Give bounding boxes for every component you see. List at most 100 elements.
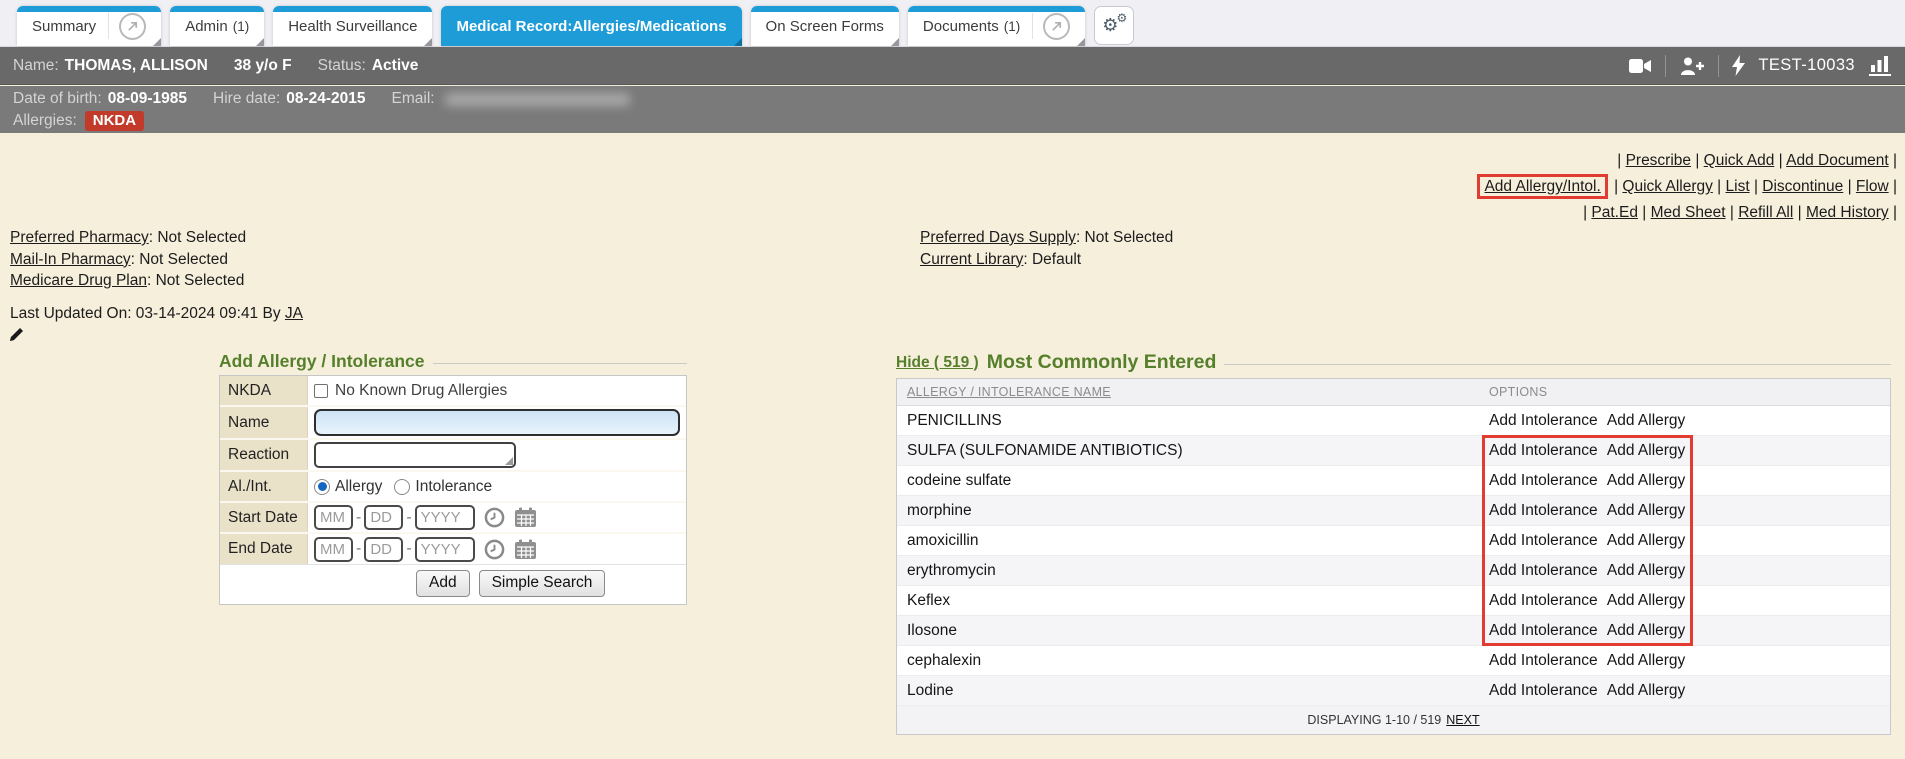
option-link-add-intolerance[interactable]: Add Intolerance (1489, 592, 1602, 609)
tab-count-badge: (1) (233, 19, 250, 34)
options-cell: Add Intolerance Add Allergy (1489, 532, 1890, 550)
info-link-preferred-pharmacy[interactable]: Preferred Pharmacy (10, 229, 149, 246)
intolerance-radio[interactable] (394, 479, 410, 495)
divider (108, 13, 109, 39)
add-button[interactable]: Add (416, 570, 470, 597)
reaction-input[interactable] (314, 442, 516, 468)
simple-search-button[interactable]: Simple Search (479, 570, 606, 597)
tab-medical-record-allergies-medications[interactable]: Medical Record:Allergies/Medications (441, 6, 741, 46)
table-row: IlosoneAdd Intolerance Add Allergy (897, 616, 1890, 646)
chart-stats-icon[interactable] (1868, 55, 1892, 76)
option-link-add-allergy[interactable]: Add Allergy (1607, 622, 1685, 639)
action-link-add-document[interactable]: Add Document (1786, 152, 1889, 169)
last-updated-user-link[interactable]: JA (285, 305, 303, 322)
clock-icon[interactable] (484, 539, 505, 560)
patient-name: THOMAS, ALLISON (65, 57, 208, 75)
table-row: amoxicillinAdd Intolerance Add Allergy (897, 526, 1890, 556)
option-link-add-allergy[interactable]: Add Allergy (1607, 442, 1685, 459)
tab-label: Medical Record:Allergies/Medications (456, 18, 726, 35)
option-link-add-allergy[interactable]: Add Allergy (1607, 682, 1685, 699)
action-link-refill-all[interactable]: Refill All (1738, 204, 1793, 221)
link-separator: | (1726, 204, 1739, 221)
dob-label: Date of birth: (13, 90, 102, 108)
info-link-mail-in-pharmacy[interactable]: Mail-In Pharmacy (10, 251, 131, 268)
allergy-name-cell: erythromycin (897, 562, 1489, 580)
calendar-icon[interactable] (514, 539, 537, 560)
option-link-add-intolerance[interactable]: Add Intolerance (1489, 502, 1602, 519)
start-year-input[interactable] (415, 505, 475, 530)
options-cell: Add Intolerance Add Allergy (1489, 622, 1890, 640)
option-link-add-intolerance[interactable]: Add Intolerance (1489, 472, 1602, 489)
popout-arrow-icon[interactable] (1043, 13, 1070, 40)
tab-summary[interactable]: Summary (17, 6, 161, 46)
option-link-add-allergy[interactable]: Add Allergy (1607, 532, 1685, 549)
pharmacy-info: Preferred Pharmacy: Not SelectedMail-In … (10, 227, 246, 292)
calendar-icon[interactable] (514, 507, 537, 528)
link-separator: | (1691, 152, 1704, 169)
hide-count-link[interactable]: Hide ( 519 ) (896, 354, 979, 372)
alint-row-label: Al./Int. (220, 472, 308, 501)
tab-bar: SummaryAdmin(1)Health Surveillance Medica… (0, 0, 1905, 47)
option-link-add-allergy[interactable]: Add Allergy (1607, 652, 1685, 669)
date-separator: - (406, 540, 411, 558)
nkda-allergy-badge[interactable]: NKDA (85, 111, 144, 131)
info-line: Mail-In Pharmacy: Not Selected (10, 249, 246, 271)
next-page-link[interactable]: NEXT (1446, 713, 1479, 727)
option-link-add-allergy[interactable]: Add Allergy (1607, 502, 1685, 519)
tab-admin[interactable]: Admin(1) (170, 6, 264, 46)
tab-documents[interactable]: Documents(1) (908, 6, 1085, 46)
action-link-flow[interactable]: Flow (1856, 178, 1889, 195)
action-link-quick-add[interactable]: Quick Add (1704, 152, 1775, 169)
end-date-label: End Date (220, 534, 308, 564)
option-link-add-intolerance[interactable]: Add Intolerance (1489, 622, 1602, 639)
allergy-radio[interactable] (314, 479, 330, 495)
video-camera-icon[interactable] (1628, 57, 1652, 75)
tab-health-surveillance[interactable]: Health Surveillance (273, 6, 432, 46)
lightning-icon[interactable] (1732, 55, 1745, 76)
info-value: : Not Selected (1076, 229, 1173, 246)
sort-allergy-name-header[interactable]: ALLERGY / INTOLERANCE NAME (907, 385, 1111, 399)
action-link-med-history[interactable]: Med History (1806, 204, 1889, 221)
popout-arrow-icon[interactable] (119, 13, 146, 40)
nkda-checkbox[interactable] (314, 384, 328, 398)
medication-action-links: | Prescribe | Quick Add | Add Document |… (1475, 150, 1897, 226)
option-link-add-intolerance[interactable]: Add Intolerance (1489, 562, 1602, 579)
tab-on-screen-forms[interactable]: On Screen Forms (751, 6, 899, 46)
option-link-add-intolerance[interactable]: Add Intolerance (1489, 442, 1602, 459)
info-link-medicare-drug-plan[interactable]: Medicare Drug Plan (10, 272, 147, 289)
allergy-name-input[interactable] (314, 409, 680, 436)
option-link-add-allergy[interactable]: Add Allergy (1607, 412, 1685, 429)
action-link-pat-ed[interactable]: Pat.Ed (1591, 204, 1638, 221)
start-month-input[interactable] (314, 505, 353, 530)
options-cell: Add Intolerance Add Allergy (1489, 442, 1890, 460)
option-link-add-allergy[interactable]: Add Allergy (1607, 472, 1685, 489)
dob-value: 08-09-1985 (108, 90, 187, 108)
option-link-add-intolerance[interactable]: Add Intolerance (1489, 652, 1602, 669)
add-person-icon[interactable] (1679, 56, 1705, 76)
action-link-discontinue[interactable]: Discontinue (1762, 178, 1843, 195)
option-link-add-intolerance[interactable]: Add Intolerance (1489, 532, 1602, 549)
ehr-page: SummaryAdmin(1)Health Surveillance Medica… (0, 0, 1905, 759)
option-link-add-intolerance[interactable]: Add Intolerance (1489, 682, 1602, 699)
table-row: KeflexAdd Intolerance Add Allergy (897, 586, 1890, 616)
settings-button[interactable]: ⚙⚙ (1094, 6, 1134, 45)
tab-label: Documents (923, 18, 999, 35)
action-link-quick-allergy[interactable]: Quick Allergy (1622, 178, 1712, 195)
edit-pencil-icon[interactable] (9, 326, 25, 347)
action-link-add-allergy-intol-[interactable]: Add Allergy/Intol. (1477, 174, 1607, 199)
end-day-input[interactable] (364, 537, 403, 562)
divider (1718, 55, 1719, 77)
end-year-input[interactable] (415, 537, 475, 562)
option-link-add-allergy[interactable]: Add Allergy (1607, 562, 1685, 579)
clock-icon[interactable] (484, 507, 505, 528)
action-link-prescribe[interactable]: Prescribe (1626, 152, 1691, 169)
option-link-add-allergy[interactable]: Add Allergy (1607, 592, 1685, 609)
info-link-current-library[interactable]: Current Library (920, 251, 1023, 268)
info-link-preferred-days-supply[interactable]: Preferred Days Supply (920, 229, 1076, 246)
start-day-input[interactable] (364, 505, 403, 530)
option-link-add-intolerance[interactable]: Add Intolerance (1489, 412, 1602, 429)
end-month-input[interactable] (314, 537, 353, 562)
action-link-list[interactable]: List (1726, 178, 1750, 195)
action-link-med-sheet[interactable]: Med Sheet (1651, 204, 1726, 221)
link-separator: | (1750, 178, 1763, 195)
